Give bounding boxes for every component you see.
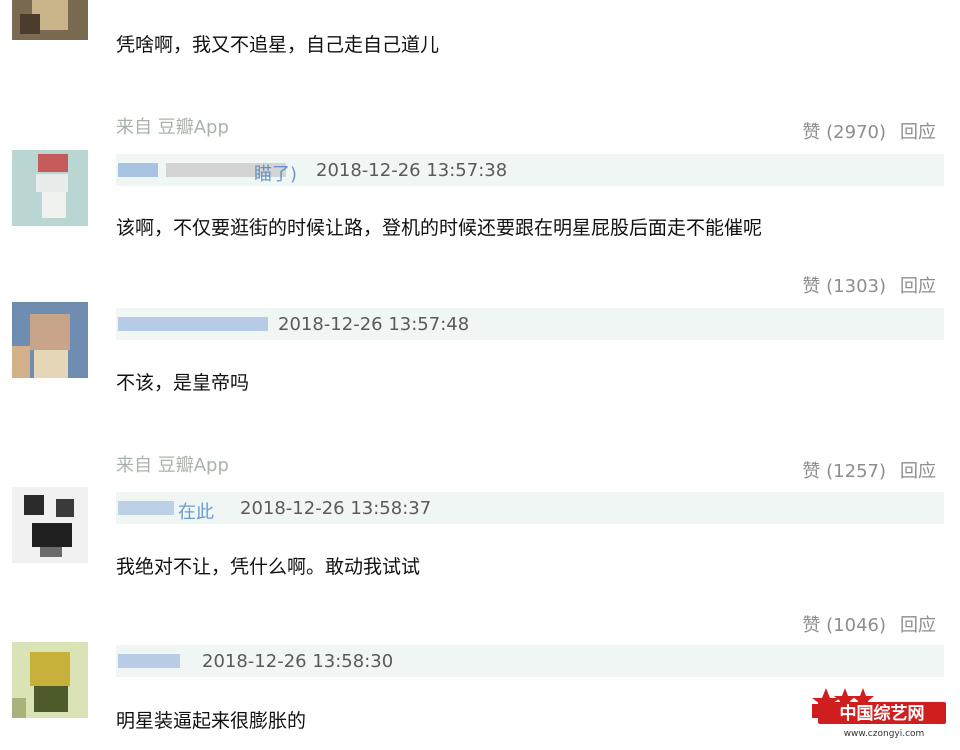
- source-label: 来自 豆瓣App: [116, 455, 229, 476]
- comment-header: 瞄了) 2018-12-26 13:57:38: [116, 154, 944, 186]
- vote-button[interactable]: 赞 (2970): [802, 122, 886, 143]
- comment-actions: 赞 (2970) 回应: [802, 118, 936, 144]
- watermark-title: 中国综艺网: [840, 703, 925, 724]
- comment-header: 在此 2018-12-26 13:58:37: [116, 492, 944, 524]
- comment-header: 2018-12-26 13:57:48: [116, 308, 944, 340]
- comment-actions: 赞 (1046) 回应: [802, 611, 936, 637]
- comment-text: 我绝对不让，凭什么啊。敢动我试试: [116, 556, 421, 578]
- watermark-icon: 中国综艺网 www.czongyi.com: [812, 688, 946, 739]
- comment-timestamp: 2018-12-26 13:58:30: [202, 651, 394, 672]
- username-text: 在此: [178, 502, 214, 523]
- comment-actions: 赞 (1303) 回应: [802, 272, 936, 298]
- comment-text: 明星装逼起来很膨胀的: [116, 710, 307, 732]
- site-watermark-logo: 中国综艺网 www.czongyi.com: [812, 684, 950, 742]
- source-label: 来自 豆瓣App: [116, 117, 229, 138]
- avatar[interactable]: [12, 487, 88, 563]
- comment-header: 2018-12-26 13:58:30: [116, 645, 944, 677]
- vote-button[interactable]: 赞 (1303): [802, 276, 886, 297]
- reply-button[interactable]: 回应: [900, 276, 936, 297]
- comment-actions: 赞 (1257) 回应: [802, 457, 936, 483]
- reply-button[interactable]: 回应: [900, 615, 936, 636]
- comment-text: 凭啥啊，我又不追星，自己走自己道儿: [116, 34, 440, 56]
- reply-button[interactable]: 回应: [900, 461, 936, 482]
- vote-button[interactable]: 赞 (1257): [802, 461, 886, 482]
- avatar[interactable]: [12, 150, 88, 226]
- watermark-url: www.czongyi.com: [844, 729, 925, 739]
- avatar[interactable]: [12, 302, 88, 378]
- vote-button[interactable]: 赞 (1046): [802, 615, 886, 636]
- avatar[interactable]: [12, 642, 88, 718]
- comment-timestamp: 2018-12-26 13:57:38: [316, 160, 508, 181]
- comment-text: 不该，是皇帝吗: [116, 372, 250, 394]
- username-text: 瞄了): [254, 164, 298, 185]
- comment-text: 该啊，不仅要逛街的时候让路，登机的时候还要跟在明星屁股后面走不能催呢: [116, 217, 763, 239]
- avatar[interactable]: [12, 0, 88, 40]
- comment-timestamp: 2018-12-26 13:57:48: [278, 314, 470, 335]
- reply-button[interactable]: 回应: [900, 122, 936, 143]
- comment-timestamp: 2018-12-26 13:58:37: [240, 498, 432, 519]
